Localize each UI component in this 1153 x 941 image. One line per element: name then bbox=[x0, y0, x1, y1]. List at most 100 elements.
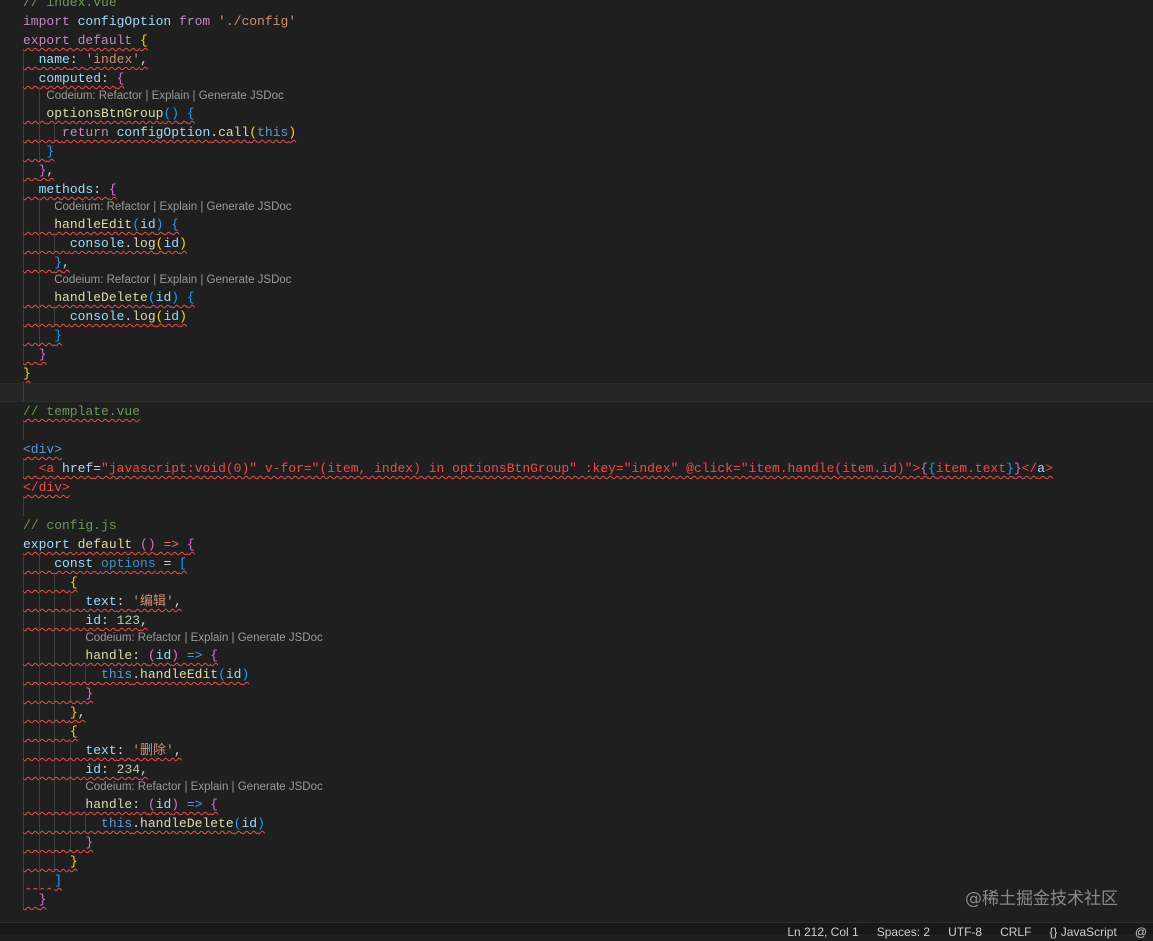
code-line[interactable]: } bbox=[0, 142, 1153, 161]
code-line[interactable]: }, bbox=[0, 253, 1153, 272]
code-token: a bbox=[1037, 461, 1046, 476]
indentation[interactable]: Spaces: 2 bbox=[877, 923, 930, 941]
code-token: ) bbox=[257, 816, 265, 831]
code-line[interactable]: } bbox=[0, 833, 1153, 852]
code-line[interactable]: id: 123, bbox=[0, 611, 1153, 630]
code-line[interactable]: } bbox=[0, 364, 1153, 383]
code-line[interactable]: export default { bbox=[0, 31, 1153, 50]
code-line[interactable]: name: 'index', bbox=[0, 50, 1153, 69]
code-token: text bbox=[85, 743, 117, 758]
code-token: ( bbox=[249, 125, 258, 140]
code-line[interactable]: <div> bbox=[0, 440, 1153, 459]
code-line[interactable]: this.handleEdit(id) bbox=[0, 665, 1153, 684]
code-line[interactable]: } bbox=[0, 852, 1153, 871]
cursor-position[interactable]: Ln 212, Col 1 bbox=[787, 923, 858, 941]
code-token: , bbox=[62, 255, 70, 270]
code-lens-text[interactable]: Codeium: Refactor | Explain | Generate J… bbox=[23, 90, 283, 102]
code-token: . bbox=[132, 667, 141, 682]
code-token: . bbox=[210, 125, 219, 140]
codeium-code-lens[interactable]: Codeium: Refactor | Explain | Generate J… bbox=[0, 272, 1153, 288]
code-line[interactable]: </div> bbox=[0, 478, 1153, 497]
code-token: { bbox=[171, 217, 180, 232]
encoding[interactable]: UTF-8 bbox=[948, 923, 982, 941]
code-line[interactable]: id: 234, bbox=[0, 760, 1153, 779]
codeium-code-lens[interactable]: Codeium: Refactor | Explain | Generate J… bbox=[0, 779, 1153, 795]
codeium-code-lens[interactable]: Codeium: Refactor | Explain | Generate J… bbox=[0, 199, 1153, 215]
code-token: { bbox=[186, 290, 195, 305]
code-line[interactable]: <a href="javascript:void(0)" v-for="(ite… bbox=[0, 459, 1153, 478]
code-line[interactable]: handleDelete(id) { bbox=[0, 288, 1153, 307]
code-token: console bbox=[69, 309, 125, 324]
code-token: methods bbox=[38, 182, 94, 197]
code-line[interactable]: optionsBtnGroup() { bbox=[0, 104, 1153, 123]
code-line[interactable]: computed: { bbox=[0, 69, 1153, 88]
code-token: { bbox=[69, 575, 78, 590]
code-token: './config' bbox=[218, 14, 297, 29]
code-line[interactable]: } bbox=[0, 345, 1153, 364]
code-line[interactable]: }, bbox=[0, 161, 1153, 180]
code-line[interactable]: methods: { bbox=[0, 180, 1153, 199]
code-line[interactable]: text: '编辑', bbox=[0, 592, 1153, 611]
code-line[interactable]: // config.js bbox=[0, 516, 1153, 535]
code-line[interactable]: { bbox=[0, 573, 1153, 592]
indent-guide bbox=[23, 88, 24, 104]
code-line[interactable]: { bbox=[0, 722, 1153, 741]
code-line[interactable]: }, bbox=[0, 703, 1153, 722]
code-line[interactable]: this.handleDelete(id) bbox=[0, 814, 1153, 833]
language-mode[interactable]: {} JavaScript bbox=[1049, 923, 1116, 941]
code-token: = bbox=[93, 461, 102, 476]
code-token: log bbox=[132, 236, 156, 251]
line-ending[interactable]: CRLF bbox=[1000, 923, 1031, 941]
codeium-code-lens[interactable]: Codeium: Refactor | Explain | Generate J… bbox=[0, 88, 1153, 104]
code-token: : bbox=[132, 648, 148, 663]
code-line[interactable]: handleEdit(id) { bbox=[0, 215, 1153, 234]
code-lens-text[interactable]: Codeium: Refactor | Explain | Generate J… bbox=[23, 632, 322, 644]
code-line[interactable]: handle: (id) => { bbox=[0, 795, 1153, 814]
code-token: console bbox=[69, 236, 125, 251]
code-line[interactable]: } bbox=[0, 326, 1153, 345]
code-token: { bbox=[186, 106, 195, 121]
code-token: id bbox=[225, 667, 242, 682]
code-line[interactable]: const options = [ bbox=[0, 554, 1153, 573]
code-editor[interactable]: // index.vue import configOption from './… bbox=[0, 0, 1153, 909]
code-token: configOption bbox=[77, 14, 180, 29]
code-token: handleEdit bbox=[54, 217, 133, 232]
code-token: , bbox=[173, 743, 182, 758]
code-lens-text[interactable]: Codeium: Refactor | Explain | Generate J… bbox=[23, 274, 291, 286]
code-line[interactable]: handle: (id) => { bbox=[0, 646, 1153, 665]
code-lens-text[interactable]: Codeium: Refactor | Explain | Generate J… bbox=[23, 201, 291, 213]
code-token: ) bbox=[171, 797, 180, 812]
code-token: </div> bbox=[23, 480, 70, 495]
code-token: } bbox=[54, 328, 63, 343]
code-line[interactable] bbox=[0, 497, 1153, 516]
code-token: { bbox=[920, 461, 928, 476]
notifications-icon[interactable]: @ bbox=[1135, 923, 1147, 941]
code-token: } bbox=[38, 892, 47, 907]
code-line[interactable]: } bbox=[0, 684, 1153, 703]
code-line[interactable]: import configOption from './config' bbox=[0, 12, 1153, 31]
code-line[interactable]: console.log(id) bbox=[0, 234, 1153, 253]
code-line[interactable] bbox=[0, 421, 1153, 440]
code-token: : bbox=[93, 182, 109, 197]
code-lens-text[interactable]: Codeium: Refactor | Explain | Generate J… bbox=[23, 781, 322, 793]
code-line[interactable]: // index.vue bbox=[0, 0, 1153, 12]
code-line[interactable] bbox=[0, 383, 1153, 402]
code-line[interactable]: console.log(id) bbox=[0, 307, 1153, 326]
code-token: . bbox=[132, 816, 141, 831]
code-token: this bbox=[257, 125, 289, 140]
code-token: => bbox=[155, 537, 187, 552]
code-token: handleDelete bbox=[140, 816, 234, 831]
code-line[interactable]: return configOption.call(this) bbox=[0, 123, 1153, 142]
code-line[interactable]: // template.vue bbox=[0, 402, 1153, 421]
codeium-code-lens[interactable]: Codeium: Refactor | Explain | Generate J… bbox=[0, 630, 1153, 646]
code-line[interactable]: export default () => { bbox=[0, 535, 1153, 554]
code-line[interactable]: text: '删除', bbox=[0, 741, 1153, 760]
